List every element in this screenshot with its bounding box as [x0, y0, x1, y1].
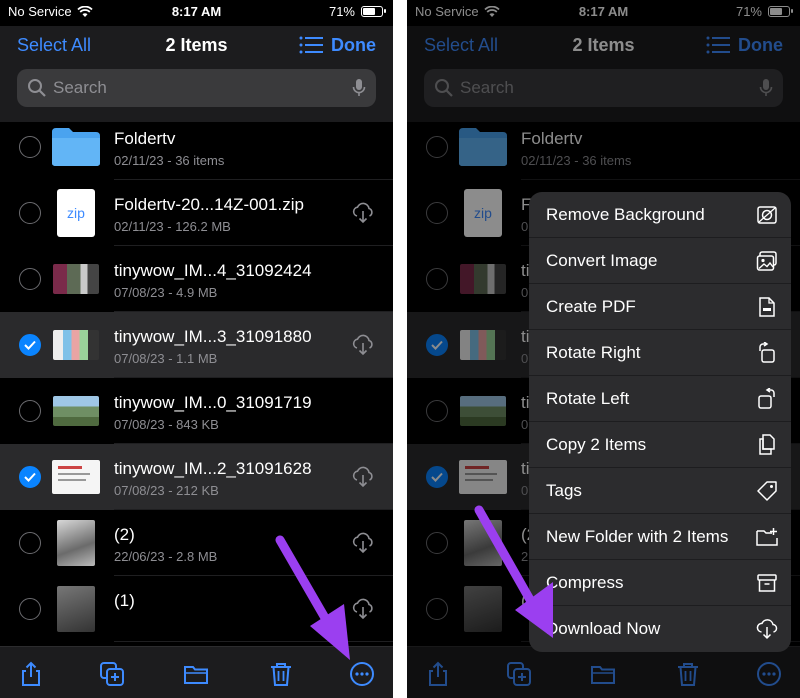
selection-circle-icon[interactable] [19, 268, 41, 290]
menu-item-label: Tags [546, 481, 582, 500]
pdf-icon [756, 296, 778, 318]
file-meta: 02/11/23 - 126.2 MB [114, 219, 231, 234]
image-icon [756, 250, 778, 272]
selection-circle-icon[interactable] [19, 532, 41, 554]
file-name: tinywow_IM...0_31091719 [114, 393, 312, 412]
folder-plus-icon [756, 526, 778, 548]
image-thumbnail [53, 396, 99, 426]
list-view-icon[interactable] [299, 35, 323, 55]
file-meta: 07/08/23 - 843 KB [114, 417, 219, 432]
selection-circle-icon[interactable] [19, 598, 41, 620]
menu-item-copy-2-items[interactable]: Copy 2 Items [529, 422, 791, 468]
selection-circle-icon[interactable] [19, 400, 41, 422]
menu-item-label: Rotate Right [546, 343, 641, 362]
microphone-icon[interactable] [352, 78, 366, 98]
file-name: Foldertv-20...14Z-001.zip [114, 195, 304, 214]
cloud-download-icon[interactable] [351, 466, 375, 488]
battery-icon [361, 6, 386, 17]
share-icon[interactable] [18, 661, 44, 687]
menu-item-convert-image[interactable]: Convert Image [529, 238, 791, 284]
folder-icon [52, 128, 100, 166]
file-meta: 02/11/23 - 36 items [114, 153, 225, 168]
image-thumbnail [52, 460, 100, 494]
file-row[interactable]: tinywow_IM...3_31091880 07/08/23 - 1.1 MB [0, 312, 393, 378]
menu-item-remove-background[interactable]: Remove Background [529, 192, 791, 238]
menu-item-label: Remove Background [546, 205, 705, 224]
cloud-download-icon[interactable] [351, 202, 375, 224]
file-row[interactable]: Foldertv 02/11/23 - 36 items [0, 114, 393, 180]
files-screen-right: 02/11/23 - 7.5 MBFoldertv02/11/23 - 36 i… [407, 0, 800, 698]
menu-item-label: Create PDF [546, 297, 636, 316]
file-name: tinywow_IM...2_31091628 [114, 459, 312, 478]
rotate-right-icon [756, 341, 778, 364]
tag-icon [756, 480, 778, 502]
cloud-download-icon[interactable] [351, 334, 375, 356]
copy-icon [756, 434, 778, 456]
file-name: (1) [114, 591, 135, 610]
archive-icon [756, 572, 778, 594]
file-meta: 07/08/23 - 212 KB [114, 483, 219, 498]
annotation-arrow [275, 535, 350, 660]
zip-file-icon: zip [57, 189, 95, 237]
selection-circle-icon[interactable] [19, 202, 41, 224]
menu-item-label: Convert Image [546, 251, 658, 270]
file-name: tinywow_IM...4_31092424 [114, 261, 312, 280]
file-meta: 07/08/23 - 1.1 MB [114, 351, 218, 366]
menu-item-label: Rotate Left [546, 389, 630, 408]
search-bar[interactable] [17, 69, 376, 107]
move-to-folder-icon[interactable] [183, 661, 209, 687]
file-row[interactable]: tinywow_IM...4_31092424 07/08/23 - 4.9 MB [0, 246, 393, 312]
menu-item-create-pdf[interactable]: Create PDF [529, 284, 791, 330]
file-row[interactable]: tinywow_IM...2_31091628 07/08/23 - 212 KB [0, 444, 393, 510]
selected-checkmark-icon[interactable] [19, 334, 41, 356]
image-thumbnail [57, 586, 95, 632]
file-meta: 07/08/23 - 4.9 MB [114, 285, 218, 300]
search-input[interactable] [53, 69, 313, 107]
nav-bar: Select All 2 Items Done [0, 26, 393, 66]
file-meta: 22/06/23 - 2.8 MB [114, 549, 218, 564]
done-button[interactable]: Done [331, 35, 376, 56]
image-thumbnail [53, 264, 99, 294]
image-thumbnail [53, 330, 99, 360]
files-screen-left: 02/11/23 - 7.5 MBFoldertv02/11/23 - 36 i… [0, 0, 393, 698]
search-icon [28, 79, 46, 97]
file-row[interactable]: tinywow_IM...0_31091719 07/08/23 - 843 KB [0, 378, 393, 444]
file-row[interactable]: zip Foldertv-20...14Z-001.zip 02/11/23 - 1… [0, 180, 393, 246]
menu-item-rotate-left[interactable]: Rotate Left [529, 376, 791, 422]
cloud-download-icon [756, 618, 778, 640]
remove-background-icon [756, 204, 778, 226]
rotate-left-icon [756, 387, 778, 410]
image-thumbnail [57, 520, 95, 566]
status-bar: No Service 8:17 AM 71% [0, 0, 393, 26]
selection-circle-icon[interactable] [19, 136, 41, 158]
selected-checkmark-icon[interactable] [19, 466, 41, 488]
battery-percent: 71% [328, 4, 355, 19]
duplicate-icon[interactable] [99, 661, 125, 687]
menu-item-rotate-right[interactable]: Rotate Right [529, 330, 791, 376]
annotation-arrow [474, 505, 553, 638]
file-name: Foldertv [114, 129, 176, 148]
file-name: tinywow_IM...3_31091880 [114, 327, 312, 346]
menu-item-label: Copy 2 Items [546, 435, 647, 454]
file-name: (2) [114, 525, 135, 544]
